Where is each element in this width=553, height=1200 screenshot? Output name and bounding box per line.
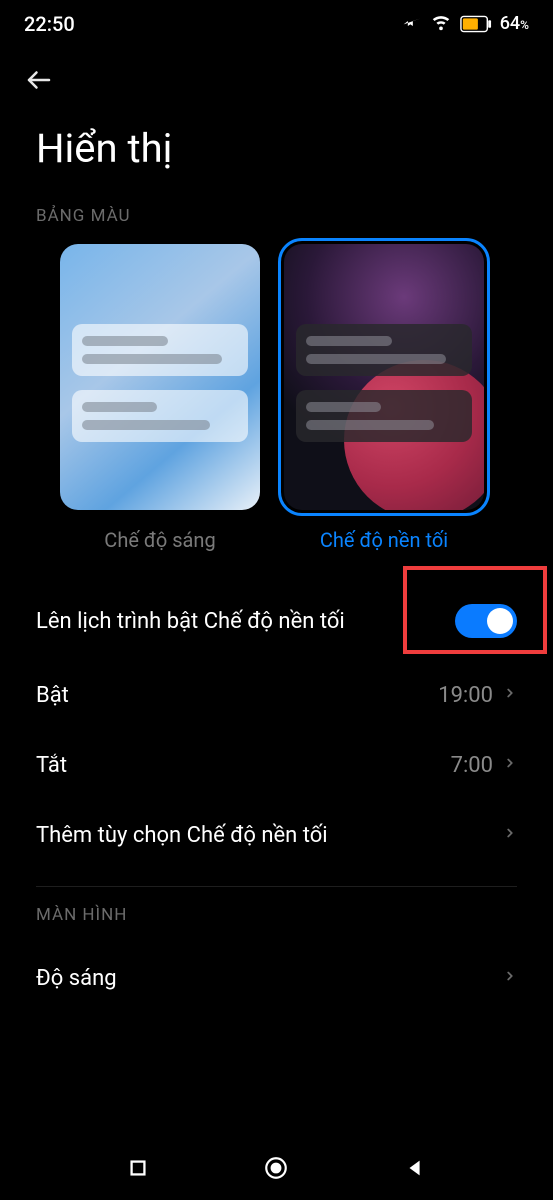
on-value: 19:00 <box>438 683 493 708</box>
status-bar: 22:50 64% <box>0 0 553 45</box>
row-schedule-dark-mode[interactable]: Lên lịch trình bật Chế độ nền tối <box>0 582 553 660</box>
status-time: 22:50 <box>24 12 75 36</box>
row-more-dark-options[interactable]: Thêm tùy chọn Chế độ nền tối <box>0 800 553 870</box>
off-value: 7:00 <box>451 753 493 778</box>
chevron-right-icon <box>503 965 517 991</box>
chevron-right-icon <box>503 682 517 708</box>
row-on-time[interactable]: Bật 19:00 <box>0 660 553 730</box>
schedule-label: Lên lịch trình bật Chế độ nền tối <box>36 609 345 634</box>
battery-percent: 64% <box>500 13 529 34</box>
theme-option-light[interactable]: Chế độ sáng <box>60 244 260 552</box>
brightness-label: Độ sáng <box>36 966 117 991</box>
chevron-right-icon <box>503 822 517 848</box>
section-header-screen: MÀN HÌNH <box>0 899 553 943</box>
divider <box>36 886 517 887</box>
on-label: Bật <box>36 683 69 708</box>
row-brightness[interactable]: Độ sáng <box>0 943 553 1013</box>
nav-home-icon[interactable] <box>263 1155 289 1181</box>
theme-option-dark[interactable]: Chế độ nền tối <box>284 244 484 552</box>
back-icon[interactable] <box>24 80 54 99</box>
wifi-icon <box>430 10 452 37</box>
page-title: Hiển thị <box>0 109 553 200</box>
chevron-right-icon <box>503 752 517 778</box>
theme-label-dark: Chế độ nền tối <box>320 528 448 552</box>
schedule-toggle[interactable] <box>455 604 517 638</box>
more-label: Thêm tùy chọn Chế độ nền tối <box>36 823 328 848</box>
off-label: Tắt <box>36 753 67 778</box>
nav-recent-icon[interactable] <box>127 1157 149 1179</box>
theme-card-light[interactable] <box>60 244 260 510</box>
section-header-color: BẢNG MÀU <box>0 200 553 244</box>
theme-options: Chế độ sáng Chế độ nền tối <box>0 244 553 562</box>
airplane-icon <box>402 11 422 36</box>
row-off-time[interactable]: Tắt 7:00 <box>0 730 553 800</box>
status-icons: 64% <box>402 10 529 37</box>
android-nav-bar <box>0 1136 553 1200</box>
theme-label-light: Chế độ sáng <box>104 528 215 552</box>
nav-back-icon[interactable] <box>404 1157 426 1179</box>
theme-card-dark[interactable] <box>284 244 484 510</box>
battery-icon <box>460 15 492 33</box>
